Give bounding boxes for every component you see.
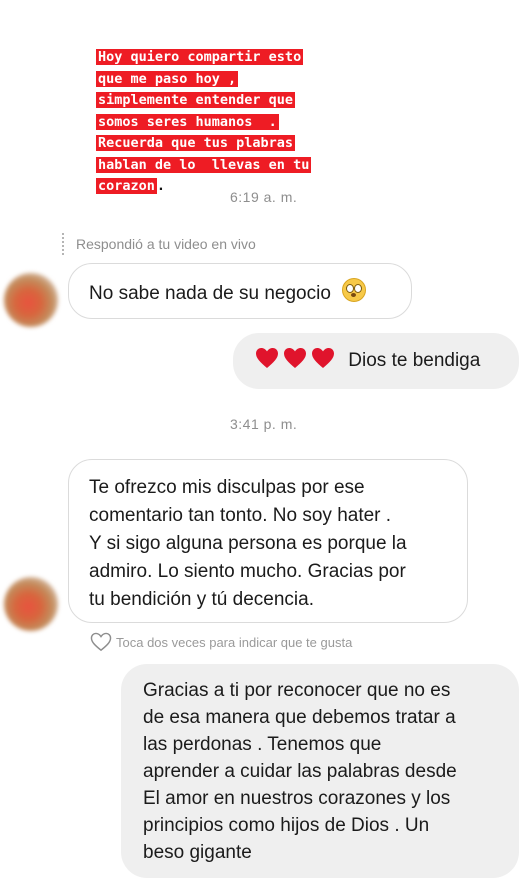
heart-icon <box>284 348 306 368</box>
heart-icon <box>312 348 334 368</box>
story-line: hablan de lo llevas en tu <box>96 156 312 173</box>
timestamp: 3:41 p. m. <box>230 416 298 432</box>
message-text: Dios te bendiga <box>348 350 481 371</box>
message-line: admiro. Lo siento mucho. Gracias por <box>89 561 406 582</box>
story-line: que me paso hoy , <box>96 70 239 87</box>
message-bubble-outgoing[interactable]: Dios te bendiga <box>233 333 519 389</box>
message-line: Y si sigo alguna persona es porque la <box>89 533 407 554</box>
reply-line <box>62 233 66 255</box>
message-line: Te ofrezco mis disculpas por ese <box>89 477 365 498</box>
flushed-face-icon <box>342 278 367 302</box>
message-line: principios como hijos de Dios . Un <box>143 815 430 836</box>
message-line: comentario tan tonto. No soy hater . <box>89 505 392 526</box>
story-line: Recuerda que tus plabras <box>96 135 296 151</box>
timestamp: 6:19 a. m. <box>230 189 298 205</box>
message-line: de esa manera que debemos tratar a <box>143 707 456 728</box>
message-line: las perdonas . Tenemos que <box>143 734 382 755</box>
message-line: beso gigante <box>143 842 252 863</box>
message-line: aprender a cuidar las palabras desde <box>143 761 457 782</box>
like-hint-text: Toca dos veces para indicar que te gusta <box>116 634 353 650</box>
reply-note: Respondió a tu video en vivo <box>62 233 256 255</box>
story-line: somos seres humanos . <box>96 113 279 130</box>
avatar[interactable] <box>4 273 58 327</box>
avatar[interactable] <box>4 577 58 631</box>
story-caption: Hoy quiero compartir esto que me paso ho… <box>96 47 396 198</box>
like-hint[interactable]: Toca dos veces para indicar que te gusta <box>90 632 352 652</box>
message-line: El amor en nuestros corazones y los <box>143 788 451 809</box>
story-line: simplemente entender que <box>96 92 296 108</box>
message-line: Gracias a ti por reconocer que no es <box>143 680 451 701</box>
reply-note-text: Respondió a tu video en vivo <box>76 236 256 252</box>
message-line: tu bendición y tú decencia. <box>89 589 314 610</box>
message-bubble-incoming[interactable]: Te ofrezco mis disculpas por ese comenta… <box>68 459 468 623</box>
story-line: Hoy quiero compartir esto <box>96 49 304 65</box>
message-bubble-incoming[interactable]: No sabe nada de su negocio <box>68 263 412 319</box>
message-bubble-outgoing[interactable]: Gracias a ti por reconocer que no es de … <box>121 664 519 878</box>
heart-outline-icon <box>90 632 112 652</box>
message-text: No sabe nada de su negocio <box>89 283 331 304</box>
heart-icon <box>256 348 278 368</box>
